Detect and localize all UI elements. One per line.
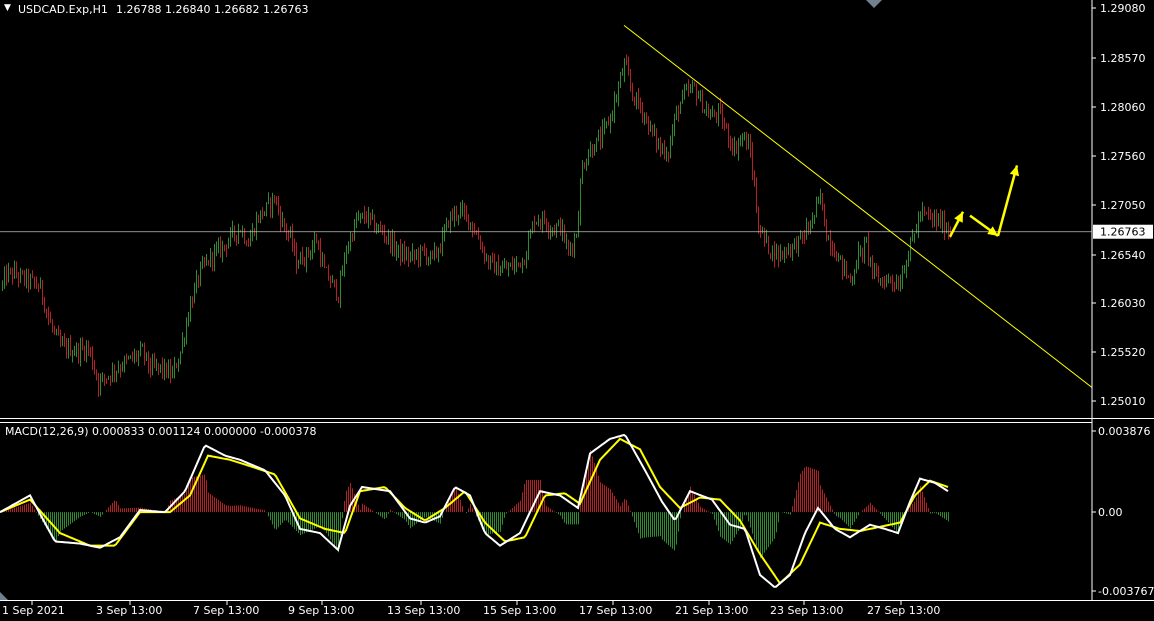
macd-tick-label: 0.003876 <box>1098 425 1151 438</box>
time-tick-label: 23 Sep 13:00 <box>770 604 843 617</box>
price-tick-label: 1.27560 <box>1100 150 1146 163</box>
price-tick-label: 1.28570 <box>1100 52 1146 65</box>
time-tick-label: 13 Sep 13:00 <box>387 604 460 617</box>
time-tick-label: 27 Sep 13:00 <box>867 604 940 617</box>
time-tick-label: 15 Sep 13:00 <box>483 604 556 617</box>
symbol-label: USDCAD.Exp,H1 <box>18 3 108 16</box>
macd-tick-label: -0.003767 <box>1098 585 1154 598</box>
price-tick-label: 1.26030 <box>1100 297 1146 310</box>
macd-indicator-label: MACD(12,26,9) 0.000833 0.001124 0.000000… <box>5 425 317 438</box>
current-price-label: 1.26763 <box>1100 226 1146 239</box>
price-tick-label: 1.27050 <box>1100 199 1146 212</box>
ohlc-values: 1.26788 1.26840 1.26682 1.26763 <box>116 3 309 16</box>
symbol-dropdown-icon[interactable]: ▼ <box>4 3 11 13</box>
price-tick-label: 1.26540 <box>1100 249 1146 262</box>
time-tick-label: 17 Sep 13:00 <box>579 604 652 617</box>
macd-tick-label: 0.00 <box>1098 506 1123 519</box>
price-tick-label: 1.25010 <box>1100 395 1146 408</box>
price-tick-label: 1.25520 <box>1100 346 1146 359</box>
price-tick-label: 1.29080 <box>1100 2 1146 15</box>
time-tick-label: 3 Sep 13:00 <box>96 604 162 617</box>
time-tick-label: 9 Sep 13:00 <box>288 604 354 617</box>
chart-canvas: 1.29080 1.28570 1.28060 1.27560 1.27050 1.265… <box>0 0 1154 621</box>
time-tick-label: 21 Sep 13:00 <box>675 604 748 617</box>
time-tick-label: 1 Sep 2021 <box>2 604 65 617</box>
time-tick-label: 7 Sep 13:00 <box>193 604 259 617</box>
price-tick-label: 1.28060 <box>1100 101 1146 114</box>
